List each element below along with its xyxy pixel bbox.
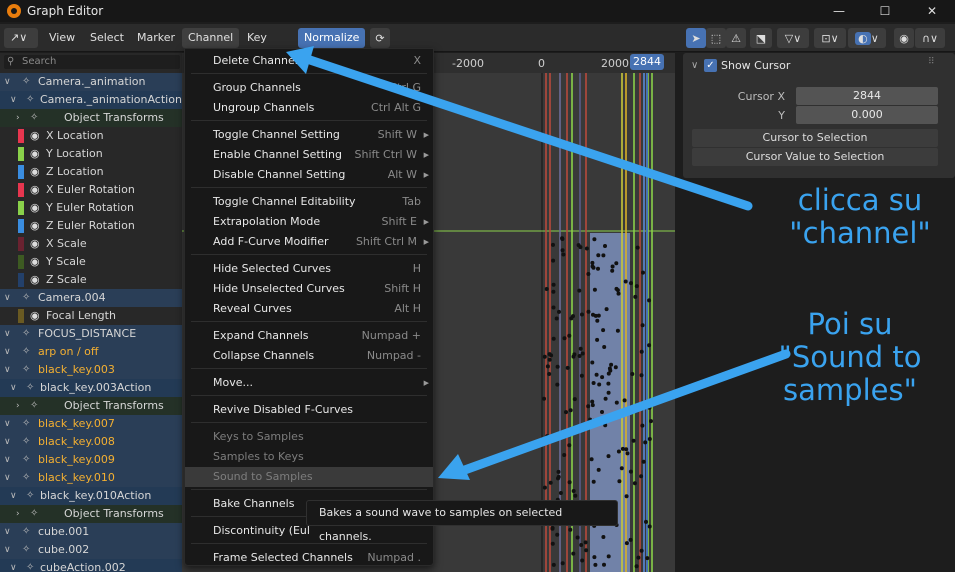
annotation-text-sound: Poi su "Sound to samples" <box>778 307 922 407</box>
annotation-arrow-head <box>286 46 314 74</box>
annotation-arrow-shaft <box>457 349 791 476</box>
annotation-arrow-shaft <box>293 51 753 211</box>
annotation-arrows <box>286 46 791 480</box>
annotation-text-channel: clicca su "channel" <box>789 183 931 250</box>
